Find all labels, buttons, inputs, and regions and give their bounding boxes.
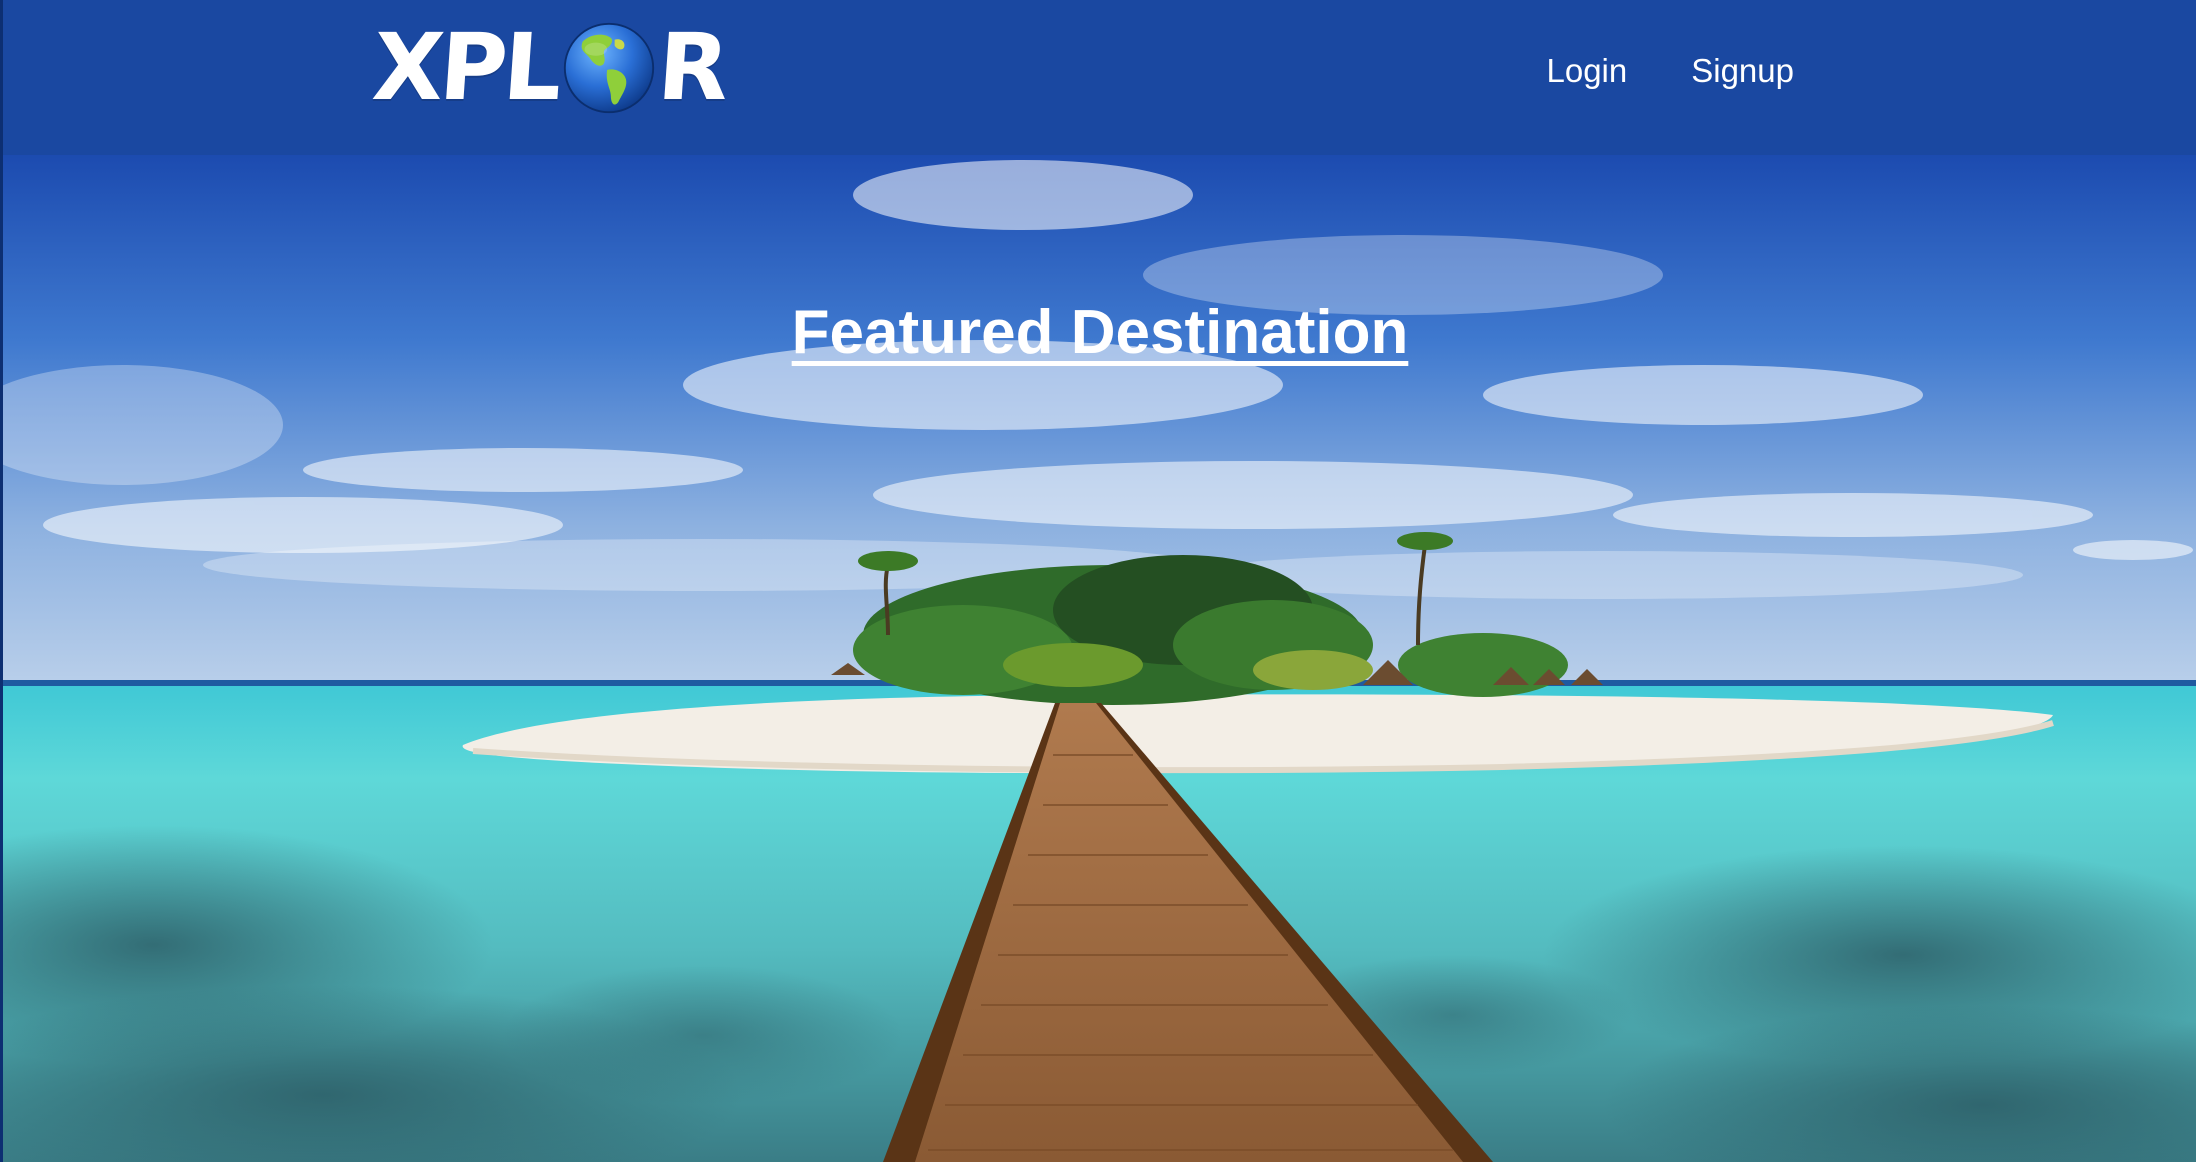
nav-links: Login Signup	[1546, 52, 1794, 90]
hero-title: Featured Destination	[3, 297, 2196, 368]
logo-text-suffix: R	[654, 14, 729, 121]
logo-text-prefix: XPL	[369, 14, 562, 121]
brand-logo[interactable]: XPL R	[369, 14, 729, 121]
navbar: XPL R Login Signup	[0, 0, 2196, 155]
globe-icon	[563, 22, 655, 114]
login-link[interactable]: Login	[1546, 52, 1627, 90]
hero-section: Featured Destination	[0, 155, 2196, 1162]
hero-title-text: Featured Destination	[791, 297, 1409, 367]
signup-link[interactable]: Signup	[1691, 52, 1794, 90]
